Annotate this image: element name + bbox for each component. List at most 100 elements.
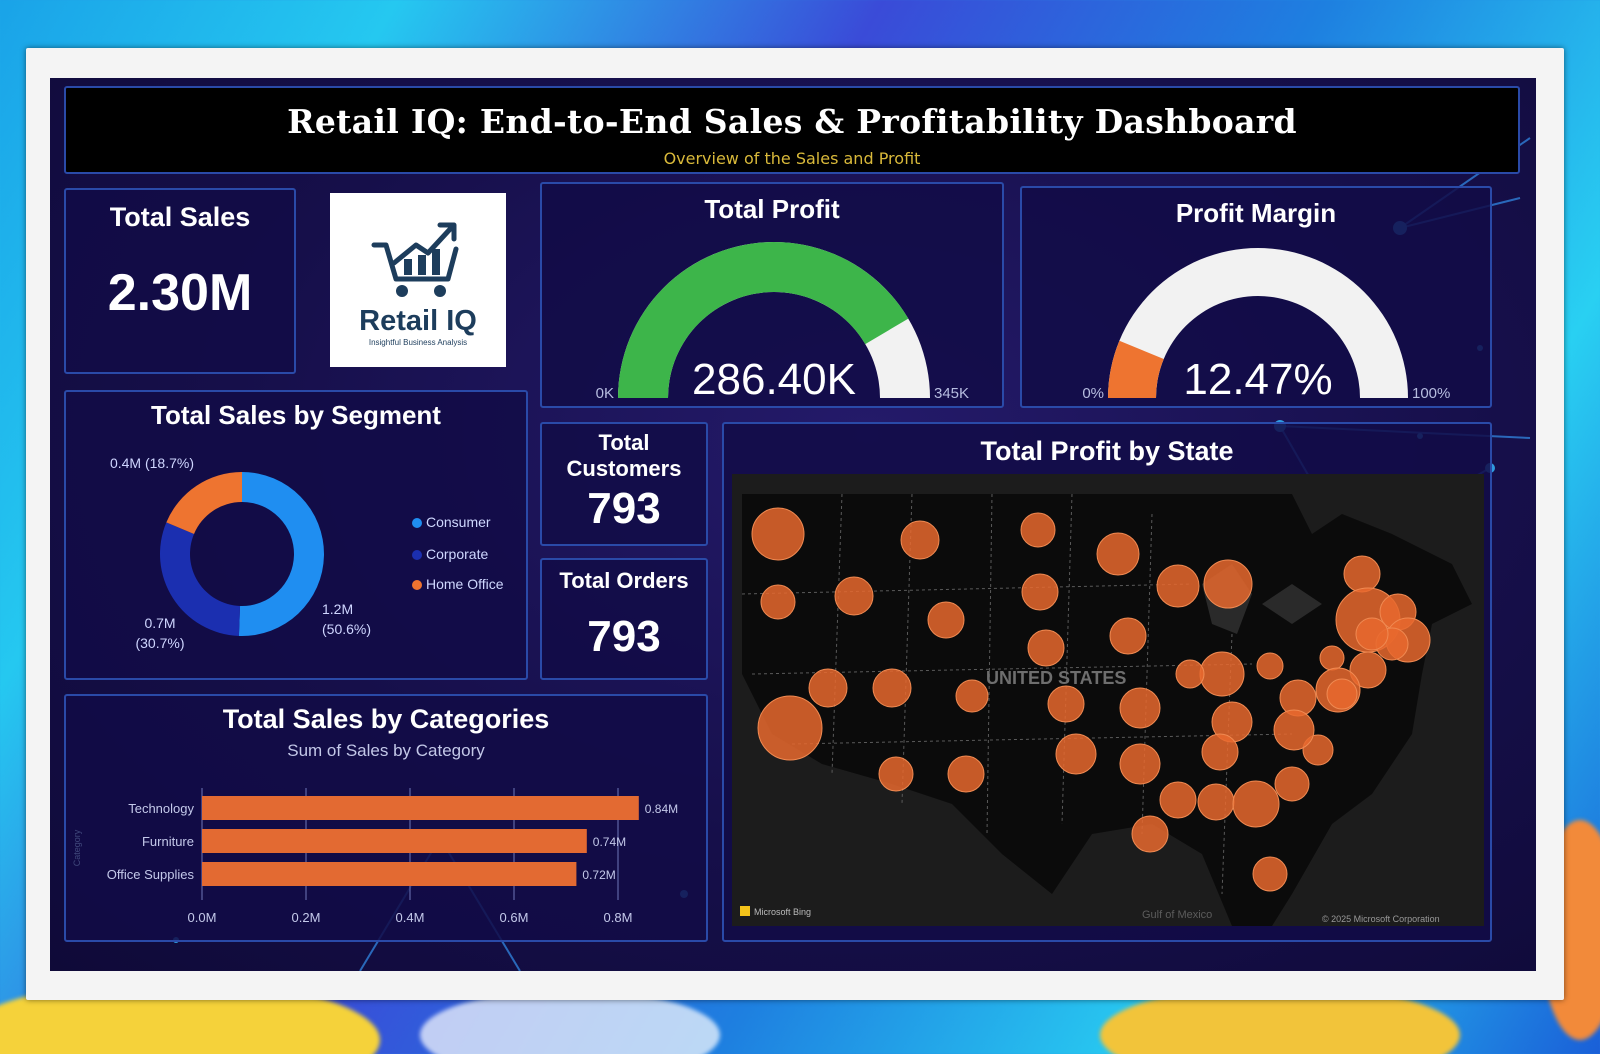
bar-technology <box>202 796 639 820</box>
state-profit-bubble <box>1175 659 1205 689</box>
bar-office-supplies <box>202 862 577 886</box>
total-profit-card[interactable]: Total Profit 286.40K 0K 345K <box>540 182 1004 408</box>
gauge-max-label: 345K <box>934 385 969 402</box>
gauge-min-label: 0% <box>1082 385 1104 402</box>
gauge-min-label: 0K <box>596 385 614 402</box>
state-profit-bubble <box>757 695 823 761</box>
segment-chart-title: Total Sales by Segment <box>151 400 441 430</box>
state-profit-bubble <box>751 507 805 561</box>
state-profit-bubble <box>1020 512 1056 548</box>
legend-label: Consumer <box>426 514 491 530</box>
total-customers-value: 793 <box>587 484 661 533</box>
state-profit-bubble <box>1047 685 1085 723</box>
bar-category-label: Technology <box>128 801 194 816</box>
dashboard: Retail IQ: End-to-End Sales & Profitabil… <box>50 78 1536 971</box>
bar-xtick-label: 0.2M <box>292 910 321 925</box>
state-profit-bubble <box>1199 651 1245 697</box>
bar-data-label: 0.84M <box>645 802 678 816</box>
state-profit-bubble <box>834 576 874 616</box>
country-label: UNITED STATES <box>986 668 1126 688</box>
bar-xtick-label: 0.4M <box>396 910 425 925</box>
state-profit-bubble <box>760 584 796 620</box>
state-profit-bubble <box>1203 559 1253 609</box>
bar-xtick-label: 0.0M <box>188 910 217 925</box>
state-profit-bubble <box>1343 555 1381 593</box>
state-profit-bubble <box>900 520 940 560</box>
retail-iq-logo: Retail IQ Insightful Business Analysis <box>330 193 506 367</box>
donut-data-label: 0.4M (18.7%) <box>110 455 194 471</box>
bar-ylabel: Category <box>72 829 82 866</box>
state-profit-bubble <box>1131 815 1169 853</box>
donut-percent-label: (30.7%) <box>135 635 184 651</box>
legend-label: Corporate <box>426 546 489 562</box>
state-profit-bubble <box>1274 766 1310 802</box>
total-sales-card[interactable]: Total Sales 2.30M <box>64 188 296 374</box>
total-profit-gauge: 286.40K 0K 345K <box>596 242 969 404</box>
profit-margin-gauge: 12.47% 0% 100% <box>1082 248 1450 404</box>
dashboard-title: Retail IQ: End-to-End Sales & Profitabil… <box>287 102 1297 141</box>
state-profit-bubble <box>955 679 989 713</box>
bing-logo-icon <box>740 906 750 916</box>
state-profit-bubble <box>1021 573 1059 611</box>
state-profit-bubble <box>1326 678 1358 710</box>
header-bar: Retail IQ: End-to-End Sales & Profitabil… <box>64 86 1520 174</box>
total-profit-title: Total Profit <box>704 194 840 224</box>
state-profit-bubble <box>872 668 912 708</box>
profit-by-state-card[interactable]: Total Profit by State UNITED STATES Gulf… <box>722 422 1492 942</box>
state-profit-bubble <box>1232 780 1280 828</box>
legend-home-office[interactable]: Home Office <box>412 576 504 592</box>
total-orders-card[interactable]: Total Orders 793 <box>540 558 708 680</box>
legend-dot-corporate <box>412 550 422 560</box>
categories-bar-chart: 0.0M 0.2M 0.4M 0.6M 0.8M Technology 0.84M Furni… <box>72 788 678 925</box>
total-customers-label-line2: Customers <box>566 456 682 481</box>
state-profit-bubble <box>808 668 848 708</box>
total-sales-label: Total Sales <box>109 202 251 232</box>
segment-donut-chart: 1.2M (50.6%) 0.7M (30.7%) 0.4M (18.7%) <box>110 455 371 651</box>
bar-xtick-label: 0.8M <box>604 910 633 925</box>
sales-by-segment-card[interactable]: Total Sales by Segment 1.2M (50.6%) 0.7M (3… <box>64 390 528 680</box>
donut-percent-label: (50.6%) <box>322 621 371 637</box>
map-attribution-right: © 2025 Microsoft Corporation <box>1322 914 1440 924</box>
donut-slice-home-office <box>166 472 242 534</box>
dashboard-subtitle: Overview of the Sales and Profit <box>663 149 921 168</box>
state-profit-bubble <box>1319 645 1345 671</box>
legend-dot-consumer <box>412 518 422 528</box>
state-profit-bubble <box>1096 532 1140 576</box>
bar-category-label: Office Supplies <box>107 867 195 882</box>
logo-tagline: Insightful Business Analysis <box>368 338 468 347</box>
profit-margin-card[interactable]: Profit Margin 12.47% 0% 100% <box>1020 186 1492 408</box>
state-profit-bubble <box>1201 733 1239 771</box>
map-title: Total Profit by State <box>980 436 1234 466</box>
legend-dot-home-office <box>412 580 422 590</box>
state-profit-bubble <box>1156 564 1200 608</box>
state-profit-bubble <box>1256 652 1284 680</box>
state-profit-bubble <box>1027 629 1065 667</box>
total-customers-label-line1: Total <box>598 430 650 455</box>
state-profit-bubble <box>1273 709 1315 751</box>
total-sales-value: 2.30M <box>107 264 253 322</box>
state-profit-bubble <box>1159 781 1197 819</box>
donut-data-label: 0.7M <box>144 615 175 631</box>
gulf-label: Gulf of Mexico <box>1142 909 1212 921</box>
legend-consumer[interactable]: Consumer <box>412 514 491 530</box>
state-profit-bubble <box>927 601 965 639</box>
sales-by-categories-card[interactable]: Total Sales by Categories Sum of Sales b… <box>64 694 708 942</box>
legend-corporate[interactable]: Corporate <box>412 546 488 562</box>
legend-label: Home Office <box>426 576 504 592</box>
donut-slice-consumer <box>238 472 325 636</box>
map-attribution-left: Microsoft Bing <box>754 907 811 917</box>
gauge-max-label: 100% <box>1412 385 1450 402</box>
total-customers-card[interactable]: Total Customers 793 <box>540 422 708 546</box>
donut-data-label: 1.2M <box>322 601 353 617</box>
bar-xtick-label: 0.6M <box>500 910 529 925</box>
profit-margin-title: Profit Margin <box>1175 198 1337 228</box>
categories-chart-title: Total Sales by Categories <box>222 704 550 734</box>
state-profit-bubble <box>1119 687 1161 729</box>
bar-data-label: 0.74M <box>593 835 626 849</box>
us-map[interactable]: UNITED STATES Gulf of Mexico Microsoft B… <box>732 474 1484 926</box>
state-profit-bubble <box>1055 733 1097 775</box>
map-canvas: UNITED STATES Gulf of Mexico Microsoft B… <box>740 493 1472 926</box>
total-orders-value: 793 <box>587 612 661 661</box>
bar-furniture <box>202 829 587 853</box>
state-profit-bubble <box>878 756 914 792</box>
